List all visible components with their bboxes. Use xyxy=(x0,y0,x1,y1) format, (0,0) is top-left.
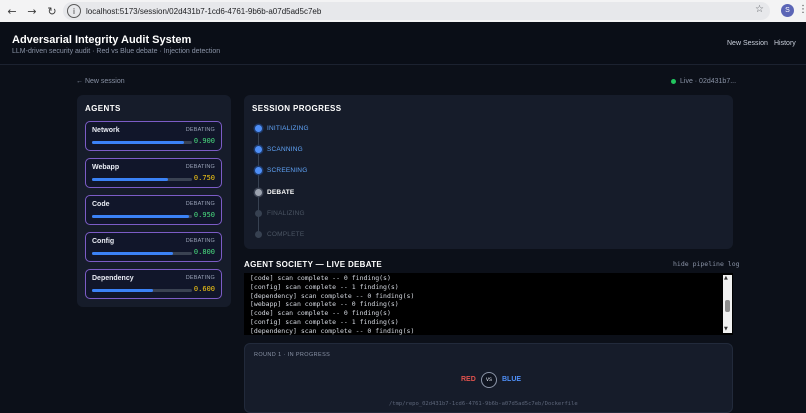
session-progress-panel: SESSION PROGRESS INITIALIZING SCANNING SCR… xyxy=(244,95,733,249)
app-title: Adversarial Integrity Audit System xyxy=(12,34,192,46)
agent-card[interactable]: Code DEBATING 0.950 xyxy=(85,195,222,225)
browser-toolbar: ← → ↻ i localhost:5173/session/02d431b7-… xyxy=(0,0,806,22)
agents-title: AGENTS xyxy=(85,104,121,113)
log-line: [code] scan complete -- 0 finding(s) xyxy=(250,309,391,318)
agent-name: Code xyxy=(92,201,110,208)
log-line: [config] scan complete -- 1 finding(s) xyxy=(250,318,399,326)
agent-status-badge: DEBATING xyxy=(185,201,215,207)
agent-score: 0.600 xyxy=(193,285,215,293)
agent-confidence-bar xyxy=(92,141,192,144)
agent-confidence-bar xyxy=(92,252,192,255)
live-indicator: Live · 02d431b7... xyxy=(671,78,736,85)
step-label: SCANNING xyxy=(267,146,303,154)
log-line: [config] scan complete -- 1 finding(s) xyxy=(250,282,399,291)
target-file-path: /tmp/repo_02d431b7-1cd6-4761-9b6b-a07d5a… xyxy=(389,401,578,407)
back-to-new-session-link[interactable]: ← New session xyxy=(76,78,125,85)
step-label: FINALIZING xyxy=(267,209,305,217)
url-text: localhost:5173/session/02d431b7-1cd6-476… xyxy=(86,6,322,16)
bookmark-star-icon[interactable]: ☆ xyxy=(755,4,764,15)
address-bar[interactable]: i localhost:5173/session/02d431b7-1cd6-4… xyxy=(63,2,770,20)
agent-confidence-fill xyxy=(92,252,173,255)
agent-name: Network xyxy=(92,127,120,134)
blue-team-label: BLUE xyxy=(502,376,522,383)
agent-name: Webapp xyxy=(92,164,120,171)
log-scrollbar[interactable]: ▲ ▼ xyxy=(723,275,732,333)
red-team-label: RED xyxy=(461,376,476,383)
agent-card[interactable]: Webapp DEBATING 0.750 xyxy=(85,158,222,188)
agent-score: 0.900 xyxy=(193,137,215,145)
live-dot-icon xyxy=(671,79,676,84)
agent-confidence-bar xyxy=(92,178,192,181)
step-dot-icon xyxy=(255,188,262,196)
app-subtitle: LLM-driven security audit · Red vs Blue … xyxy=(12,48,221,55)
session-progress-title: SESSION PROGRESS xyxy=(252,104,342,113)
site-info-icon[interactable]: i xyxy=(67,4,81,18)
step-label: COMPLETE xyxy=(267,231,305,238)
step-label: SCREENING xyxy=(267,167,308,175)
back-arrow-icon[interactable]: ← xyxy=(4,3,20,19)
agent-status-badge: DEBATING xyxy=(185,275,215,281)
agent-confidence-fill xyxy=(92,215,189,218)
agent-score: 0.950 xyxy=(193,211,215,219)
log-line: [dependency] scan complete -- 0 finding(… xyxy=(250,326,415,335)
progress-timeline-line xyxy=(258,127,259,233)
round-status: ROUND 1 · IN PROGRESS xyxy=(254,352,331,358)
log-line: [dependency] scan complete -- 0 finding(… xyxy=(250,291,415,300)
new-session-link[interactable]: New Session xyxy=(727,40,768,47)
agent-card[interactable]: Dependency DEBATING 0.600 xyxy=(85,269,222,299)
vs-badge: vs xyxy=(481,372,497,388)
agent-name: Dependency xyxy=(92,275,134,282)
step-dot-icon xyxy=(255,146,262,154)
agent-confidence-fill xyxy=(92,178,168,181)
agent-score: 0.750 xyxy=(193,174,215,182)
browser-menu-icon[interactable]: ⋮ xyxy=(798,4,806,15)
debate-round-panel: ROUND 1 · IN PROGRESS RED vs BLUE /tmp/r… xyxy=(244,343,733,413)
agent-card[interactable]: Config DEBATING 0.800 xyxy=(85,232,222,262)
step-label: DEBATE xyxy=(267,188,295,196)
agent-card[interactable]: Network DEBATING 0.900 xyxy=(85,121,222,151)
forward-arrow-icon[interactable]: → xyxy=(24,3,40,19)
agent-name: Config xyxy=(92,238,115,245)
live-debate-title: AGENT SOCIETY — LIVE DEBATE xyxy=(244,260,383,269)
step-dot-icon xyxy=(255,209,262,217)
step-dot-icon xyxy=(255,125,262,132)
agent-score: 0.800 xyxy=(193,248,215,256)
log-line: [webapp] scan complete -- 0 finding(s) xyxy=(250,300,399,309)
step-dot-icon xyxy=(255,167,262,175)
agent-confidence-fill xyxy=(92,289,153,292)
step-label: INITIALIZING xyxy=(267,125,309,132)
agent-status-badge: DEBATING xyxy=(185,164,215,170)
live-status-text: Live · 02d431b7... xyxy=(680,78,737,85)
hide-pipeline-log-toggle[interactable]: hide pipeline log xyxy=(673,260,740,268)
agent-confidence-fill xyxy=(92,141,184,144)
agent-confidence-bar xyxy=(92,215,192,218)
pipeline-log[interactable]: [code] scan complete -- 0 finding(s) [con… xyxy=(244,273,733,335)
profile-avatar[interactable]: S xyxy=(781,4,794,17)
agents-panel: AGENTS Network DEBATING 0.900 Webapp DEBATIN… xyxy=(77,95,231,307)
scrollbar-thumb[interactable] xyxy=(725,300,730,312)
step-dot-icon xyxy=(255,231,262,238)
scroll-down-icon[interactable]: ▼ xyxy=(724,326,728,332)
reload-icon[interactable]: ↻ xyxy=(44,3,60,19)
history-link[interactable]: History xyxy=(774,40,796,47)
agent-status-badge: DEBATING xyxy=(185,238,215,244)
log-line: [code] scan complete -- 0 finding(s) xyxy=(250,274,391,282)
agent-confidence-bar xyxy=(92,289,192,292)
scroll-up-icon[interactable]: ▲ xyxy=(724,275,728,281)
app-header: Adversarial Integrity Audit System LLM-d… xyxy=(0,22,806,65)
agent-status-badge: DEBATING xyxy=(185,127,215,133)
